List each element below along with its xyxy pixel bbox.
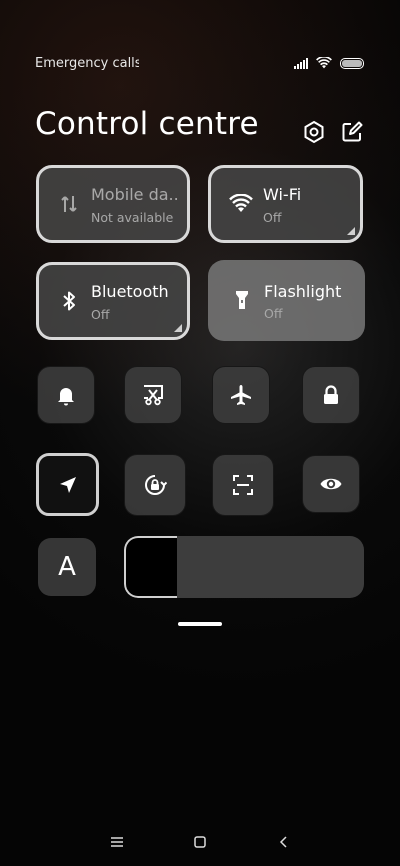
home-icon[interactable] [190,832,210,852]
flashlight-icon [236,291,248,309]
signal-icon [294,57,308,69]
bluetooth-icon [63,291,75,311]
carrier-status-text: Emergency calls only [35,56,139,71]
mobile-data-icon [61,196,77,212]
wifi-status: Off [263,210,282,225]
wifi-tile[interactable]: Wi-Fi Off [208,165,363,243]
flashlight-label: Flashlight [264,282,342,301]
wifi-icon [316,57,332,69]
page-title: Control centre [35,106,259,142]
screenshot-toggle[interactable] [124,366,182,424]
flashlight-status: Off [264,306,283,321]
bell-icon [58,388,74,406]
status-icons [294,57,364,69]
mobile-data-tile[interactable]: Mobile da.. Not available [36,165,190,243]
auto-rotate-toggle[interactable] [124,454,186,516]
battery-icon [340,57,364,69]
screenshot-icon [144,385,163,406]
brightness-fill [124,536,177,598]
location-toggle[interactable] [36,453,99,516]
flashlight-tile[interactable]: Flashlight Off [208,260,365,341]
auto-brightness-button[interactable]: A [38,538,96,596]
menu-icon[interactable] [107,832,127,852]
navigation-bar [0,832,400,852]
airplane-toggle[interactable] [212,366,270,424]
reading-mode-toggle[interactable] [302,455,360,513]
brightness-slider[interactable] [124,536,364,598]
wifi-expand-icon[interactable] [347,227,355,235]
bluetooth-expand-icon[interactable] [174,324,182,332]
bluetooth-status: Off [91,307,110,322]
settings-icon[interactable] [302,120,326,144]
lock-screen-toggle[interactable] [302,366,360,424]
wifi-icon [229,194,253,212]
silent-toggle[interactable] [37,366,95,424]
auto-rotate-icon [145,475,167,495]
bluetooth-tile[interactable]: Bluetooth Off [36,262,190,340]
status-bar: Emergency calls only [0,50,400,76]
back-icon[interactable] [274,832,294,852]
scanner-icon [233,475,253,495]
bluetooth-label: Bluetooth [91,282,169,301]
mobile-data-status: Not available [91,210,174,225]
wifi-label: Wi-Fi [263,185,302,204]
mobile-data-label: Mobile da.. [91,185,179,204]
eye-icon [320,478,342,490]
edit-icon[interactable] [340,120,364,144]
airplane-icon [231,385,251,405]
scanner-toggle[interactable] [212,454,274,516]
location-icon [59,476,76,493]
drag-handle[interactable] [178,622,222,626]
lock-icon [324,385,338,404]
